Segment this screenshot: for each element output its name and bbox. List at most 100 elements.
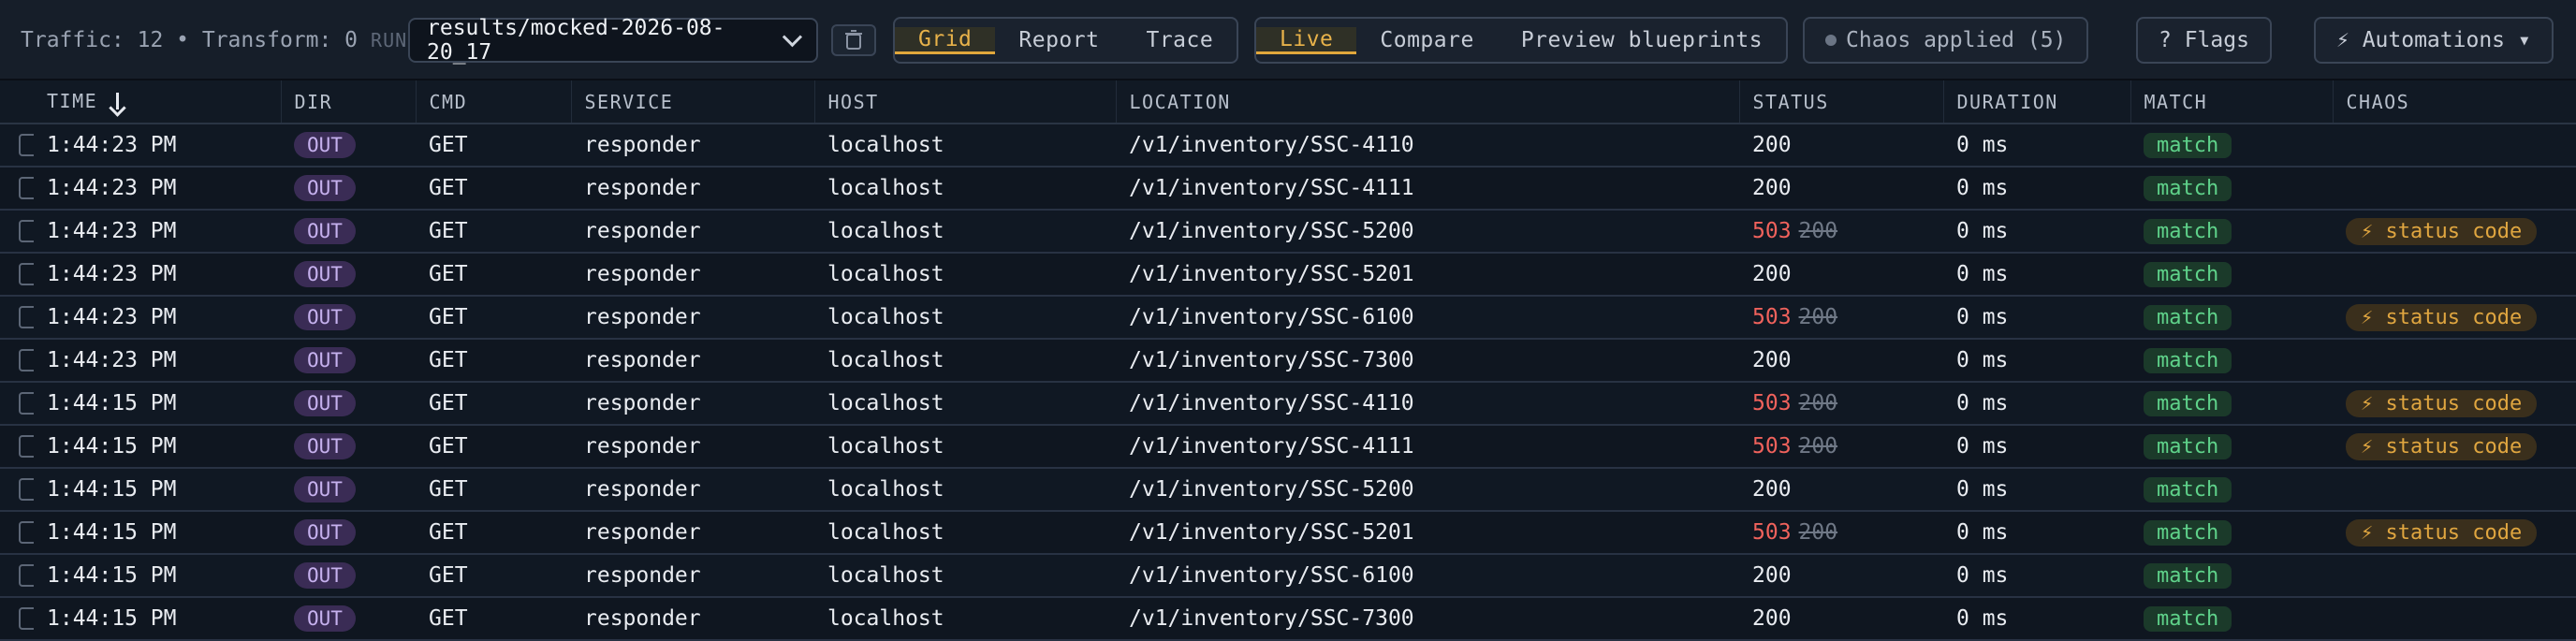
time-cell: 1:44:15 PM — [34, 468, 281, 512]
cmd-cell: GET — [416, 124, 571, 168]
chaos-badge[interactable]: ⚡ status code — [2346, 303, 2538, 331]
location-cell: /v1/inventory/SSC-6100 — [1116, 296, 1739, 340]
service-cell: responder — [571, 468, 814, 512]
host-cell: localhost — [814, 468, 1116, 512]
match-badge: match — [2144, 175, 2232, 201]
status-cell: 200 — [1739, 554, 1943, 598]
location-cell: /v1/inventory/SSC-5200 — [1116, 210, 1739, 254]
host-cell: localhost — [814, 124, 1116, 168]
tab-preview-blueprints[interactable]: Preview blueprints — [1498, 28, 1786, 52]
automations-label: ⚡ Automations ▾ — [2336, 28, 2531, 52]
table-row[interactable]: 1:44:23 PM OUT GET responder localhost/v1/in… — [0, 253, 2576, 297]
match-cell: match — [2130, 382, 2333, 426]
status-code: 200 — [1752, 606, 1792, 631]
location-cell: /v1/inventory/SSC-5201 — [1116, 511, 1739, 555]
status-code: 503 — [1752, 219, 1792, 243]
row-select-cell — [0, 468, 34, 512]
dir-cell: OUT — [281, 554, 416, 598]
chaos-badge[interactable]: ⚡ status code — [2346, 217, 2538, 245]
run-select[interactable]: results/mocked-2026-08-20_17 — [408, 16, 818, 65]
dir-badge: OUT — [294, 390, 356, 416]
row-checkbox[interactable] — [19, 220, 34, 242]
time-cell: 1:44:15 PM — [34, 511, 281, 555]
chaos-applied-button[interactable]: Chaos applied (5) — [1803, 17, 2089, 64]
row-checkbox[interactable] — [19, 521, 34, 544]
table-row[interactable]: 1:44:15 PM OUT GET responder localhost/v1/in… — [0, 511, 2576, 555]
service-cell: responder — [571, 339, 814, 383]
header-cmd[interactable]: CMD — [416, 80, 572, 124]
chaos-cell: ⚡ status code — [2333, 296, 2576, 340]
status-code: 200 — [1752, 348, 1792, 372]
header-duration[interactable]: DURATION — [1943, 80, 2131, 124]
tab-live[interactable]: Live — [1256, 26, 1357, 54]
table-row[interactable]: 1:44:23 PM OUT GET responder localhost/v1/in… — [0, 124, 2576, 168]
cmd-cell: GET — [416, 339, 571, 383]
row-checkbox[interactable] — [19, 263, 34, 285]
match-badge: match — [2144, 605, 2232, 632]
header-match[interactable]: MATCH — [2130, 80, 2334, 124]
row-checkbox[interactable] — [19, 607, 34, 630]
tab-compare[interactable]: Compare — [1356, 28, 1497, 52]
row-checkbox[interactable] — [19, 134, 34, 156]
header-status[interactable]: STATUS — [1739, 80, 1944, 124]
table-row[interactable]: 1:44:15 PM OUT GET responder localhost/v1/in… — [0, 425, 2576, 469]
row-checkbox[interactable] — [19, 435, 34, 458]
header-host[interactable]: HOST — [814, 80, 1117, 124]
status-cell: 503 200 — [1739, 511, 1943, 555]
host-cell: localhost — [814, 167, 1116, 211]
row-checkbox[interactable] — [19, 306, 34, 328]
tab-trace[interactable]: Trace — [1122, 28, 1237, 52]
row-checkbox[interactable] — [19, 564, 34, 587]
table-row[interactable]: 1:44:23 PM OUT GET responder localhost/v1/in… — [0, 339, 2576, 383]
status-code: 200 — [1752, 176, 1792, 200]
chaos-badge[interactable]: ⚡ status code — [2346, 518, 2538, 546]
tab-report[interactable]: Report — [995, 28, 1122, 52]
row-select-cell — [0, 124, 34, 168]
match-cell: match — [2130, 339, 2333, 383]
delete-run-button[interactable] — [831, 24, 876, 56]
header-chaos[interactable]: CHAOS — [2333, 80, 2576, 124]
status-cell: 200 — [1739, 597, 1943, 641]
cmd-cell: GET — [416, 253, 571, 297]
status-code: 503 — [1752, 434, 1792, 459]
table-row[interactable]: 1:44:15 PM OUT GET responder localhost/v1/in… — [0, 382, 2576, 426]
row-checkbox[interactable] — [19, 349, 34, 371]
table-row[interactable]: 1:44:15 PM OUT GET responder localhost/v1/in… — [0, 597, 2576, 641]
chaos-badge[interactable]: ⚡ status code — [2346, 389, 2538, 417]
location-cell: /v1/inventory/SSC-4110 — [1116, 124, 1739, 168]
row-checkbox[interactable] — [19, 177, 34, 199]
service-cell: responder — [571, 210, 814, 254]
header-location[interactable]: LOCATION — [1116, 80, 1740, 124]
header-time[interactable]: TIME — [34, 80, 282, 124]
dir-badge: OUT — [294, 605, 356, 632]
header-service[interactable]: SERVICE — [571, 80, 815, 124]
match-badge: match — [2144, 433, 2232, 459]
chaos-applied-label: Chaos applied (5) — [1846, 28, 2067, 52]
dir-cell: OUT — [281, 210, 416, 254]
time-cell: 1:44:23 PM — [34, 253, 281, 297]
table-row[interactable]: 1:44:23 PM OUT GET responder localhost/v1/in… — [0, 296, 2576, 340]
chaos-badge[interactable]: ⚡ status code — [2346, 432, 2538, 460]
match-cell: match — [2130, 511, 2333, 555]
row-select-cell — [0, 210, 34, 254]
duration-cell: 0 ms — [1943, 210, 2130, 254]
time-cell: 1:44:23 PM — [34, 296, 281, 340]
automations-button[interactable]: ⚡ Automations ▾ — [2314, 17, 2554, 64]
header-dir[interactable]: DIR — [281, 80, 417, 124]
status-cell: 503 200 — [1739, 296, 1943, 340]
status-original: 200 — [1798, 219, 1838, 243]
row-checkbox[interactable] — [19, 478, 34, 501]
table-row[interactable]: 1:44:23 PM OUT GET responder localhost/v1/in… — [0, 210, 2576, 254]
table-row[interactable]: 1:44:23 PM OUT GET responder localhost/v1/in… — [0, 167, 2576, 211]
row-select-cell — [0, 167, 34, 211]
duration-cell: 0 ms — [1943, 425, 2130, 469]
tab-grid[interactable]: Grid — [895, 26, 996, 54]
table-row[interactable]: 1:44:15 PM OUT GET responder localhost/v1/in… — [0, 554, 2576, 598]
table-row[interactable]: 1:44:15 PM OUT GET responder localhost/v1/in… — [0, 468, 2576, 512]
row-checkbox[interactable] — [19, 392, 34, 415]
flags-button[interactable]: ? Flags — [2136, 17, 2272, 64]
trash-icon — [845, 30, 862, 50]
match-cell: match — [2130, 253, 2333, 297]
duration-cell: 0 ms — [1943, 253, 2130, 297]
status-cell: 503 200 — [1739, 425, 1943, 469]
